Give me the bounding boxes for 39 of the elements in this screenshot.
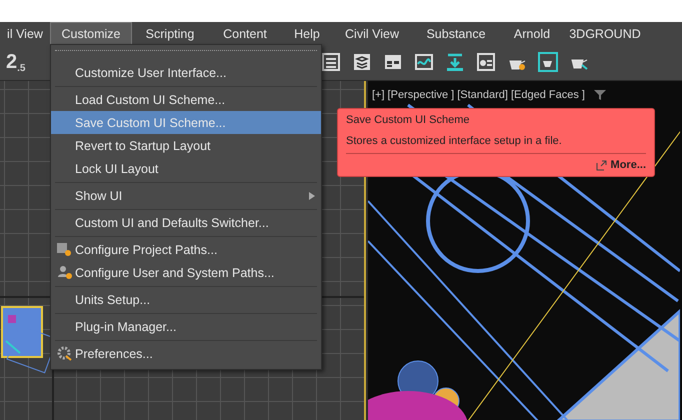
menu-item[interactable]: Units Setup...: [51, 288, 321, 311]
viewport-label[interactable]: [+]: [372, 89, 385, 101]
menu-item[interactable]: Plug-in Manager...: [51, 315, 321, 338]
menu-bar-item[interactable]: 3DGROUND: [564, 22, 646, 44]
menu-item[interactable]: Revert to Startup Layout: [51, 134, 321, 157]
filter-icon[interactable]: [594, 89, 606, 101]
menu-bar-item[interactable]: Arnold: [500, 22, 564, 44]
menu-item[interactable]: Show UI: [51, 184, 321, 207]
teapot-frame-icon[interactable]: [537, 51, 559, 73]
gear-icon: [57, 346, 72, 361]
user-gear-icon: [57, 265, 72, 280]
menu-item[interactable]: Preferences...: [51, 342, 321, 365]
list-icon[interactable]: [320, 51, 342, 73]
menu-item[interactable]: Custom UI and Defaults Switcher...: [51, 211, 321, 234]
menu-item[interactable]: Lock UI Layout: [51, 157, 321, 180]
tooltip-description: Stores a customized interface setup in a file.: [346, 135, 563, 147]
menu-bar-item[interactable]: Help: [282, 22, 332, 44]
wave-icon[interactable]: [413, 51, 435, 73]
external-link-icon: [596, 160, 607, 170]
menu-item[interactable]: Configure User and System Paths...: [51, 261, 321, 284]
menu-bar-item[interactable]: Civil View: [332, 22, 412, 44]
menu-bar-item[interactable]: Scripting: [132, 22, 208, 44]
menu-bar-item[interactable]: Customize: [50, 22, 132, 44]
tooltip-title: Save Custom UI Scheme: [346, 114, 470, 126]
menu-item[interactable]: Configure Project Paths...: [51, 238, 321, 261]
menu-item[interactable]: Customize User Interface...: [51, 61, 321, 84]
menu-bar-item[interactable]: Content: [208, 22, 282, 44]
folder-gear-icon: [57, 242, 72, 257]
menu-bar-item[interactable]: Substance: [412, 22, 500, 44]
submenu-arrow-icon: [309, 192, 315, 200]
viewport-label[interactable]: [Standard]: [457, 89, 508, 101]
viewport-label[interactable]: [Perspective ]: [388, 89, 454, 101]
more-link[interactable]: More...: [596, 159, 646, 171]
menu-item[interactable]: Load Custom UI Scheme...: [51, 88, 321, 111]
layers-icon[interactable]: [351, 51, 373, 73]
download-icon[interactable]: [444, 51, 466, 73]
render-setup-icon[interactable]: [475, 51, 497, 73]
viewport-label[interactable]: [Edged Faces ]: [510, 89, 585, 101]
menu-bar-item[interactable]: il View: [0, 22, 50, 44]
